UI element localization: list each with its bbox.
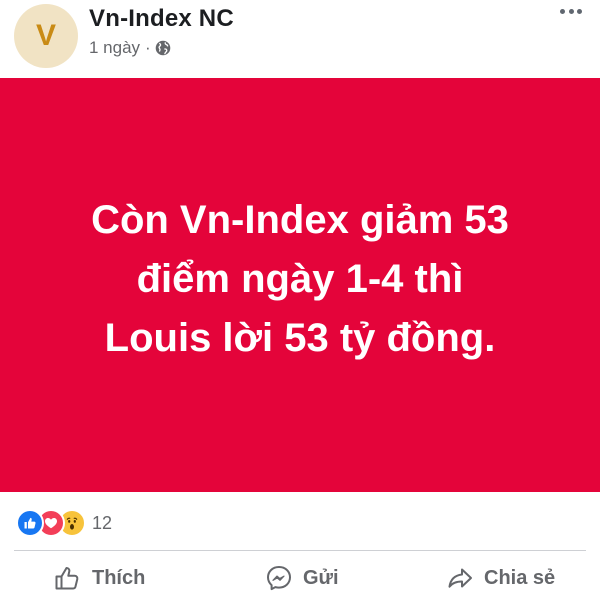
post-text-card[interactable]: Còn Vn-Index giảm 53 điểm ngày 1-4 thì L… [0,78,600,492]
action-bar: Thích Gửi Chia sẻ [0,556,600,600]
post-header: V Vn-Index NC 1 ngày · [0,0,600,78]
card-text-line: Louis lời 53 tỷ đồng. [104,315,496,360]
avatar[interactable]: V [14,4,78,68]
more-dot [568,8,574,14]
more-options-icon[interactable] [560,6,582,16]
reaction-summary[interactable]: 12 [16,509,112,537]
like-button[interactable]: Thích [54,556,145,600]
post-card-text: Còn Vn-Index giảm 53 điểm ngày 1-4 thì L… [20,191,580,368]
reaction-count[interactable]: 12 [92,513,112,534]
meta-separator: · [145,38,151,57]
post-meta: 1 ngày · [89,37,171,59]
more-dot [577,8,582,14]
share-arrow-icon [448,568,472,588]
send-button[interactable]: Gửi [265,556,339,600]
divider [14,550,586,551]
page-name[interactable]: Vn-Index NC [89,5,234,33]
share-label: Chia sẻ [484,566,556,589]
card-text-line: điểm ngày 1-4 thì [136,256,464,301]
facebook-post: V Vn-Index NC 1 ngày · Còn Vn-Index giảm… [0,0,600,600]
post-time[interactable]: 1 ngày [89,38,140,58]
messenger-icon [267,566,291,591]
send-label: Gửi [303,566,339,589]
more-dot [560,8,565,14]
card-text-line: Còn Vn-Index giảm 53 [91,197,509,242]
like-reaction-icon [16,509,44,537]
globe-icon[interactable] [155,40,171,56]
thumbs-up-icon [55,567,79,590]
share-button[interactable]: Chia sẻ [446,556,555,600]
like-label: Thích [92,566,146,589]
